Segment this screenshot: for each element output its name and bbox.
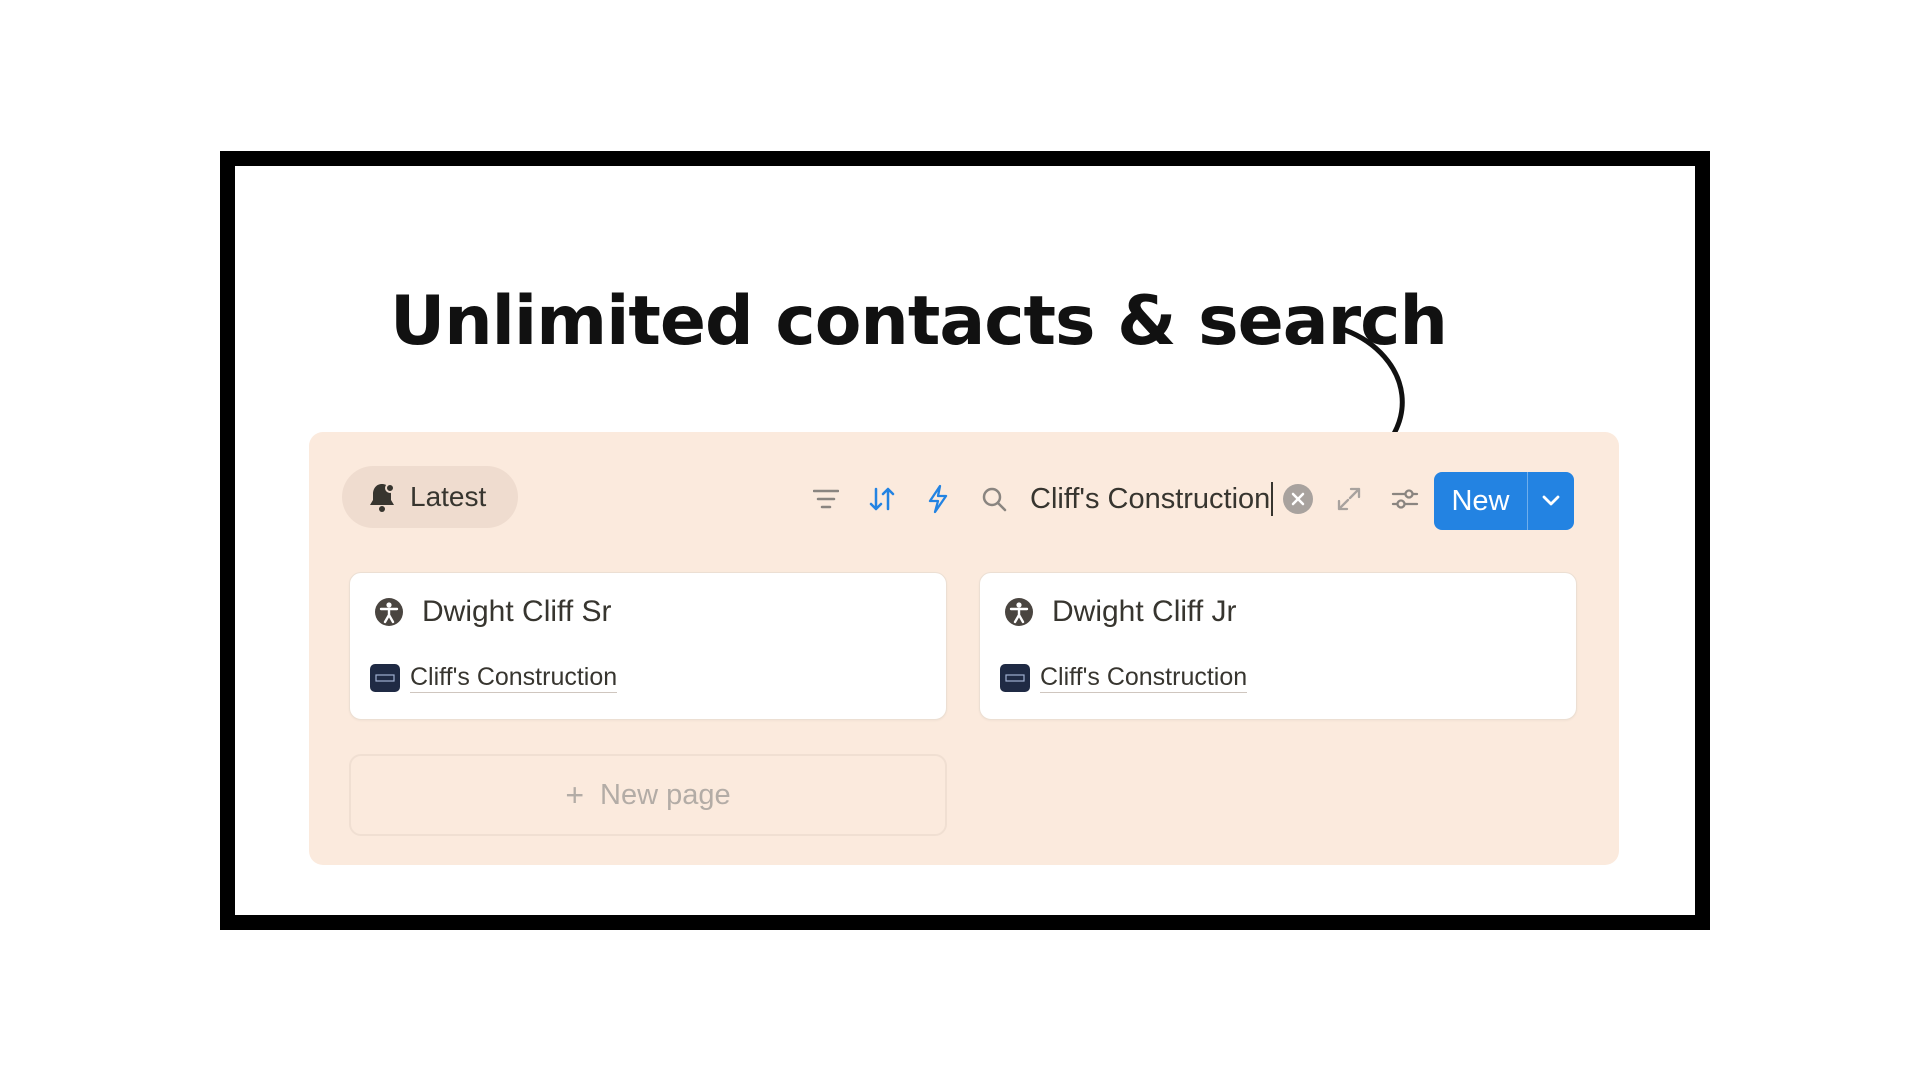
company-logo-icon: [370, 663, 400, 692]
text-cursor: [1271, 482, 1274, 516]
contact-name[interactable]: Dwight Cliff Jr: [1052, 595, 1236, 629]
contact-name[interactable]: Dwight Cliff Sr: [422, 595, 612, 629]
lightning-icon: [928, 484, 948, 514]
sort-button[interactable]: [854, 471, 910, 527]
settings-sliders-icon: [1392, 489, 1419, 509]
bell-icon: [370, 483, 395, 512]
headline: Unlimited contacts & search: [390, 282, 1448, 361]
new-dropdown-button[interactable]: [1528, 472, 1574, 530]
new-button-label[interactable]: New: [1434, 472, 1528, 530]
filter-icon: [813, 489, 839, 509]
expand-icon: [1338, 487, 1361, 511]
view-tab-label: Latest: [410, 481, 487, 512]
expand-button[interactable]: [1321, 471, 1377, 527]
person-icon: [1005, 598, 1033, 626]
person-icon: [375, 598, 403, 626]
sort-icon: [869, 487, 895, 511]
search-button[interactable]: [966, 471, 1022, 527]
company-link[interactable]: Cliff's Construction: [410, 662, 618, 693]
search-input[interactable]: Cliff's Construction: [1030, 483, 1270, 516]
search-icon: [982, 487, 1007, 512]
automation-button[interactable]: [910, 471, 966, 527]
view-settings-button[interactable]: [1377, 471, 1433, 527]
database-panel: Latest Cliff's Construction New Dwight C…: [309, 432, 1619, 865]
company-link[interactable]: Cliff's Construction: [1040, 662, 1248, 693]
contact-card[interactable]: Dwight Cliff Sr Cliff's Construction: [349, 572, 947, 720]
search-bar[interactable]: Cliff's Construction: [966, 471, 1314, 527]
clear-circle-icon: [1292, 492, 1305, 506]
new-page-button[interactable]: + New page: [349, 754, 947, 836]
filter-button[interactable]: [798, 471, 854, 527]
company-logo-icon: [1000, 663, 1030, 692]
plus-icon: +: [565, 776, 585, 813]
clear-search-button[interactable]: [1283, 484, 1314, 514]
chevron-down-icon: [1542, 495, 1560, 506]
toolbar: Cliff's Construction: [798, 471, 1433, 527]
contact-card[interactable]: Dwight Cliff Jr Cliff's Construction: [979, 572, 1577, 720]
new-page-label: New page: [600, 778, 731, 811]
new-button[interactable]: New: [1434, 472, 1574, 530]
view-tab-latest[interactable]: Latest: [342, 466, 518, 528]
